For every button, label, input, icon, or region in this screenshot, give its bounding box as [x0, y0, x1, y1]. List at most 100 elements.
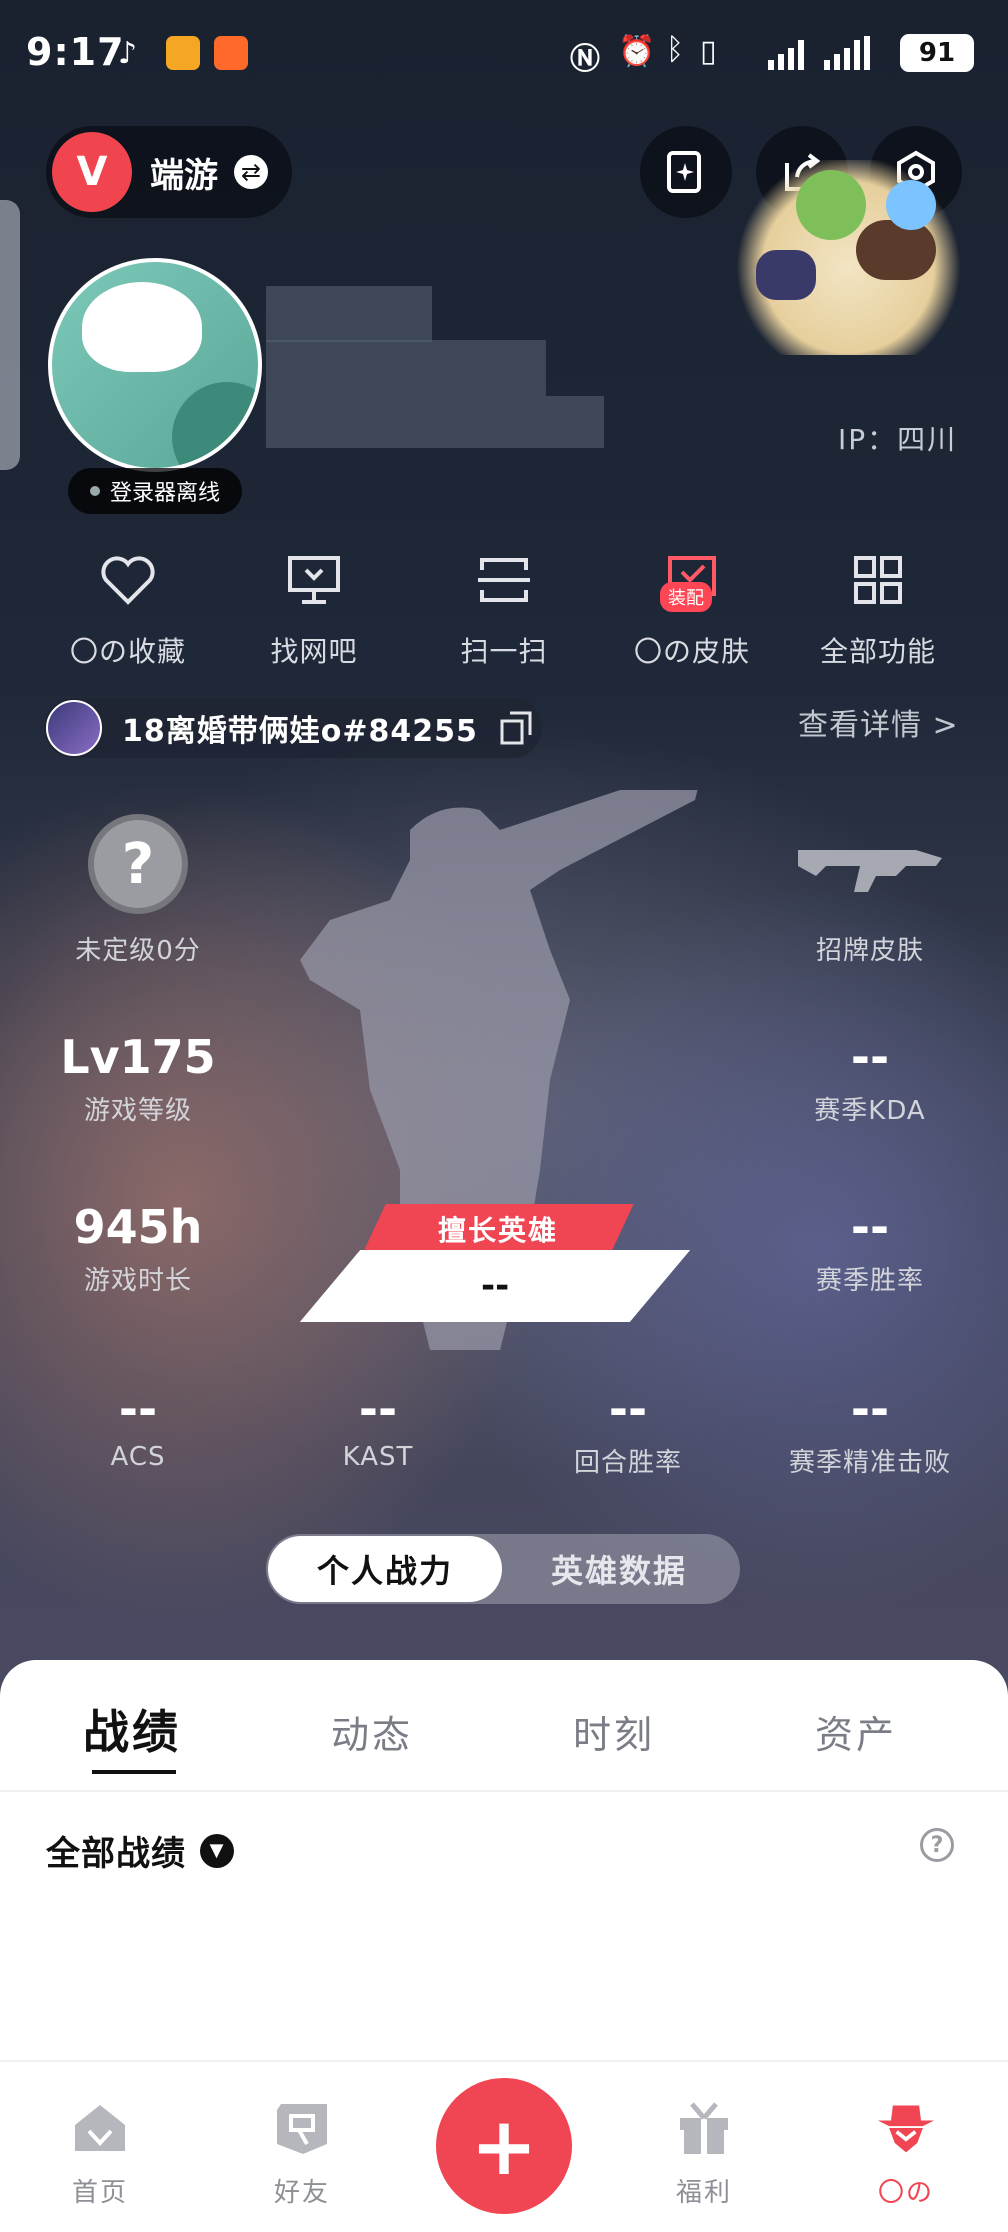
quick-func-label: 〇の皮肤 — [633, 635, 750, 668]
playtime-stat: 945h 游戏时长 — [38, 1200, 238, 1297]
active-tab-indicator — [92, 1770, 176, 1774]
switch-icon: ⇄ — [234, 155, 268, 189]
nav-friends[interactable]: 好友 — [242, 2098, 362, 2209]
round-winrate-stat: -- 回合胜率 — [528, 1382, 728, 1479]
content-tabs: 战绩 动态 时刻 资产 — [0, 1690, 1008, 1790]
winrate-value: -- — [850, 1200, 890, 1254]
chevron-down-icon: ▼ — [200, 1833, 234, 1868]
rank-stat: 未定级0分 — [38, 924, 238, 967]
side-drawer-handle[interactable] — [0, 200, 20, 470]
headshot-label: 赛季精准击败 — [788, 1448, 951, 1478]
level-stat: Lv175 游戏等级 — [38, 1030, 238, 1127]
cat-avatar-icon — [82, 282, 202, 372]
level-label: 游戏等级 — [83, 1096, 192, 1126]
nav-home[interactable]: 首页 — [40, 2098, 160, 2209]
kda-label: 赛季KDA — [814, 1096, 926, 1126]
character-icon — [796, 170, 866, 240]
nav-profile[interactable]: 〇の — [846, 2098, 966, 2209]
rank-unranked-icon[interactable]: ? — [88, 814, 188, 914]
cake-icon — [856, 220, 936, 280]
friends-icon — [272, 2098, 332, 2158]
app-notification-icon — [214, 36, 248, 70]
toggle-hero-data[interactable]: 英雄数据 — [502, 1536, 736, 1602]
birthday-sticker[interactable] — [736, 160, 961, 355]
quick-func-label: 找网吧 — [270, 635, 358, 668]
card-sparkle-icon — [667, 151, 701, 193]
nickname-mosaic — [266, 286, 432, 342]
game-account-row[interactable]: 18离婚带俩娃o#84255 — [44, 698, 542, 758]
grid-icon — [846, 548, 910, 612]
quick-func-label: 〇の收藏 — [69, 635, 186, 668]
avatar[interactable] — [48, 258, 262, 472]
quick-func-collection[interactable]: 〇の收藏 — [48, 548, 208, 670]
acs-stat: -- ACS — [38, 1382, 238, 1472]
scan-icon — [472, 548, 536, 612]
quick-func-scan[interactable]: 扫一扫 — [424, 548, 584, 670]
kda-stat: -- 赛季KDA — [770, 1030, 970, 1127]
create-post-button[interactable]: + — [436, 2078, 572, 2214]
plus-icon: + — [470, 2099, 538, 2193]
tabs-divider — [0, 1790, 1008, 1792]
monitor-icon — [282, 548, 346, 612]
level-value: Lv175 — [60, 1030, 216, 1084]
nav-label: 首页 — [71, 2178, 128, 2208]
stats-mode-toggle: 个人战力 英雄数据 — [266, 1534, 740, 1604]
vibrate-icon: ▯ — [700, 34, 717, 69]
best-hero-value: -- — [299, 1250, 691, 1322]
quick-func-netcafe[interactable]: 找网吧 — [234, 548, 394, 670]
record-filter-dropdown[interactable]: 全部战绩 ▼ — [46, 1826, 234, 1875]
launcher-status-text: 登录器离线 — [109, 481, 220, 506]
bluetooth-icon: ᛒ — [666, 32, 684, 67]
nfc-icon: Ⓝ — [570, 42, 600, 77]
profile-icon — [876, 2098, 936, 2158]
tiktok-icon: ♪ — [118, 36, 138, 71]
tab-assets[interactable]: 资产 — [736, 1704, 976, 1759]
signature-skin-label: 招牌皮肤 — [815, 936, 924, 966]
brand-name: 端游 — [150, 155, 218, 196]
tab-moments-feed[interactable]: 动态 — [252, 1704, 492, 1759]
headshot-stat: -- 赛季精准击败 — [770, 1382, 970, 1479]
nav-label: 好友 — [273, 2178, 330, 2208]
nav-welfare[interactable]: 福利 — [644, 2098, 764, 2209]
kast-value: -- — [358, 1382, 398, 1436]
offline-dot-icon — [89, 486, 100, 496]
nav-label: 〇の — [877, 2178, 934, 2208]
signal-icon — [768, 36, 870, 70]
account-name: 18离婚带俩娃o#84255 — [122, 714, 478, 749]
kast-label: KAST — [342, 1442, 414, 1472]
rifle-icon[interactable] — [796, 836, 944, 896]
card-edit-button[interactable] — [640, 126, 732, 218]
home-icon — [70, 2098, 130, 2158]
alarm-icon: ⏰ — [618, 34, 656, 69]
quick-func-all[interactable]: 全部功能 — [798, 548, 958, 670]
gift-icon — [674, 2098, 734, 2158]
avatar-pillow-icon — [172, 382, 258, 468]
acs-label: ACS — [110, 1442, 166, 1472]
launcher-status-badge: 登录器离线 — [68, 468, 242, 514]
character-icon — [756, 250, 816, 300]
skin-icon: 装配 — [660, 548, 724, 612]
winrate-label: 赛季胜率 — [815, 1266, 924, 1296]
playtime-label: 游戏时长 — [83, 1266, 192, 1296]
best-hero-card[interactable]: 擅长英雄 -- — [299, 1204, 691, 1322]
game-switcher[interactable]: V 端游 ⇄ — [46, 126, 292, 218]
round-winrate-value: -- — [608, 1382, 648, 1436]
quick-func-label: 全部功能 — [819, 635, 936, 668]
winrate-stat: -- 赛季胜率 — [770, 1200, 970, 1297]
quick-func-skins[interactable]: 装配 〇の皮肤 — [612, 548, 772, 670]
help-icon[interactable]: ? — [920, 1828, 954, 1862]
toggle-personal[interactable]: 个人战力 — [268, 1536, 502, 1602]
kda-value: -- — [850, 1030, 890, 1084]
view-details-link[interactable]: 查看详情 > — [798, 700, 959, 744]
quick-func-label: 扫一扫 — [460, 635, 548, 668]
acs-value: -- — [118, 1382, 158, 1436]
status-time: 9:17 — [26, 30, 125, 74]
copy-icon[interactable] — [500, 711, 532, 745]
tab-records[interactable]: 战绩 — [12, 1696, 252, 1762]
party-hat-icon — [886, 180, 936, 230]
best-hero-value-text: -- — [480, 1266, 510, 1306]
account-avatar — [46, 700, 102, 756]
tab-moments[interactable]: 时刻 — [494, 1704, 734, 1759]
round-winrate-label: 回合胜率 — [573, 1448, 682, 1478]
signature-mosaic — [266, 340, 546, 396]
